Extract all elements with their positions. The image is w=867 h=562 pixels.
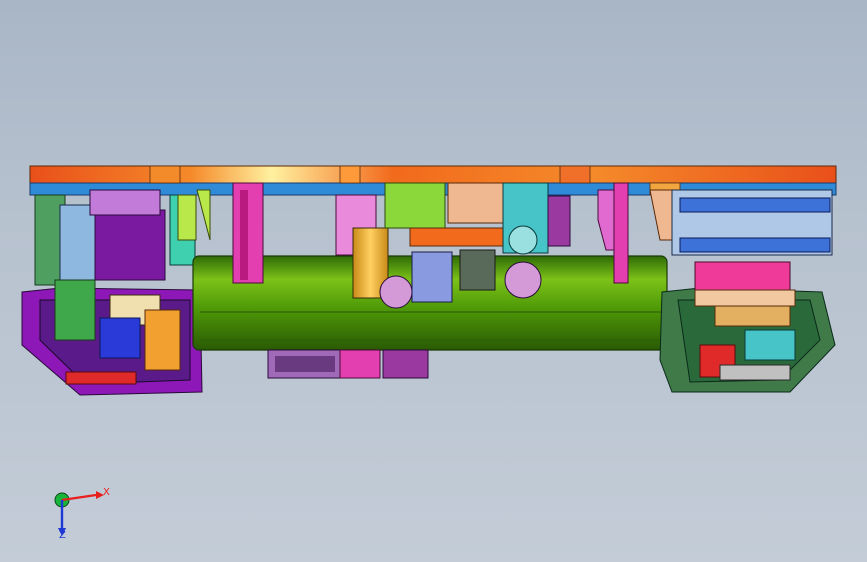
right-chassis <box>659 189 836 393</box>
z-axis-label: Z <box>59 530 66 541</box>
left-chassis <box>21 189 203 396</box>
x-axis-label: X <box>103 487 110 498</box>
assembly-model[interactable] <box>0 0 867 562</box>
bottom-cylinder <box>267 349 429 379</box>
cad-viewport[interactable]: X Z <box>0 0 867 562</box>
